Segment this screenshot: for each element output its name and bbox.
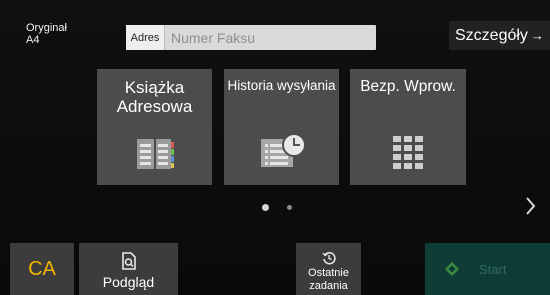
start-button[interactable]: Start: [425, 243, 550, 295]
fax-number-input[interactable]: [165, 25, 376, 50]
send-history-tile[interactable]: Historia wysyłania: [224, 69, 339, 185]
start-label: Start: [479, 261, 507, 277]
send-history-icon: [260, 133, 306, 167]
preview-icon: [121, 252, 136, 270]
recent-jobs-label: Ostatnie zadania: [308, 267, 349, 293]
address-book-label: Książka Adresowa: [117, 78, 193, 116]
arrow-right-icon: →: [530, 28, 544, 43]
chevron-right-icon[interactable]: [523, 193, 539, 219]
fax-screen: Oryginał A4 Adres Szczegóły → Książka Ad…: [0, 0, 550, 295]
address-book-label-line2: Adresowa: [116, 97, 193, 116]
clear-all-button[interactable]: CA: [10, 243, 74, 295]
original-size: A4: [26, 34, 40, 46]
keypad-icon: [393, 136, 423, 169]
direct-entry-label: Bezp. Wprow.: [360, 78, 456, 95]
details-button[interactable]: Szczegóły →: [449, 21, 550, 50]
original-label: Oryginał: [26, 22, 67, 34]
original-size-indicator[interactable]: Oryginał A4: [26, 22, 67, 46]
history-icon: [321, 252, 336, 265]
page-dot-active: [262, 204, 269, 211]
address-bar: Adres: [126, 25, 376, 50]
preview-label: Podgląd: [102, 274, 155, 290]
address-book-icon: [136, 139, 174, 169]
start-diamond-icon: [445, 262, 459, 276]
page-dot[interactable]: [287, 205, 292, 210]
recent-jobs-label-line2: zadania: [309, 280, 348, 292]
preview-button[interactable]: Podgląd: [79, 243, 178, 295]
recent-jobs-label-line1: Ostatnie: [308, 267, 349, 279]
address-book-label-line1: Książka: [124, 78, 185, 97]
direct-entry-tile[interactable]: Bezp. Wprow.: [350, 69, 466, 185]
page-indicator: [262, 204, 292, 211]
address-button[interactable]: Adres: [126, 25, 165, 50]
send-history-label: Historia wysyłania: [227, 78, 336, 93]
recent-jobs-button[interactable]: Ostatnie zadania: [296, 243, 361, 295]
address-book-tile[interactable]: Książka Adresowa: [97, 69, 212, 185]
details-label: Szczegóły: [455, 26, 528, 44]
